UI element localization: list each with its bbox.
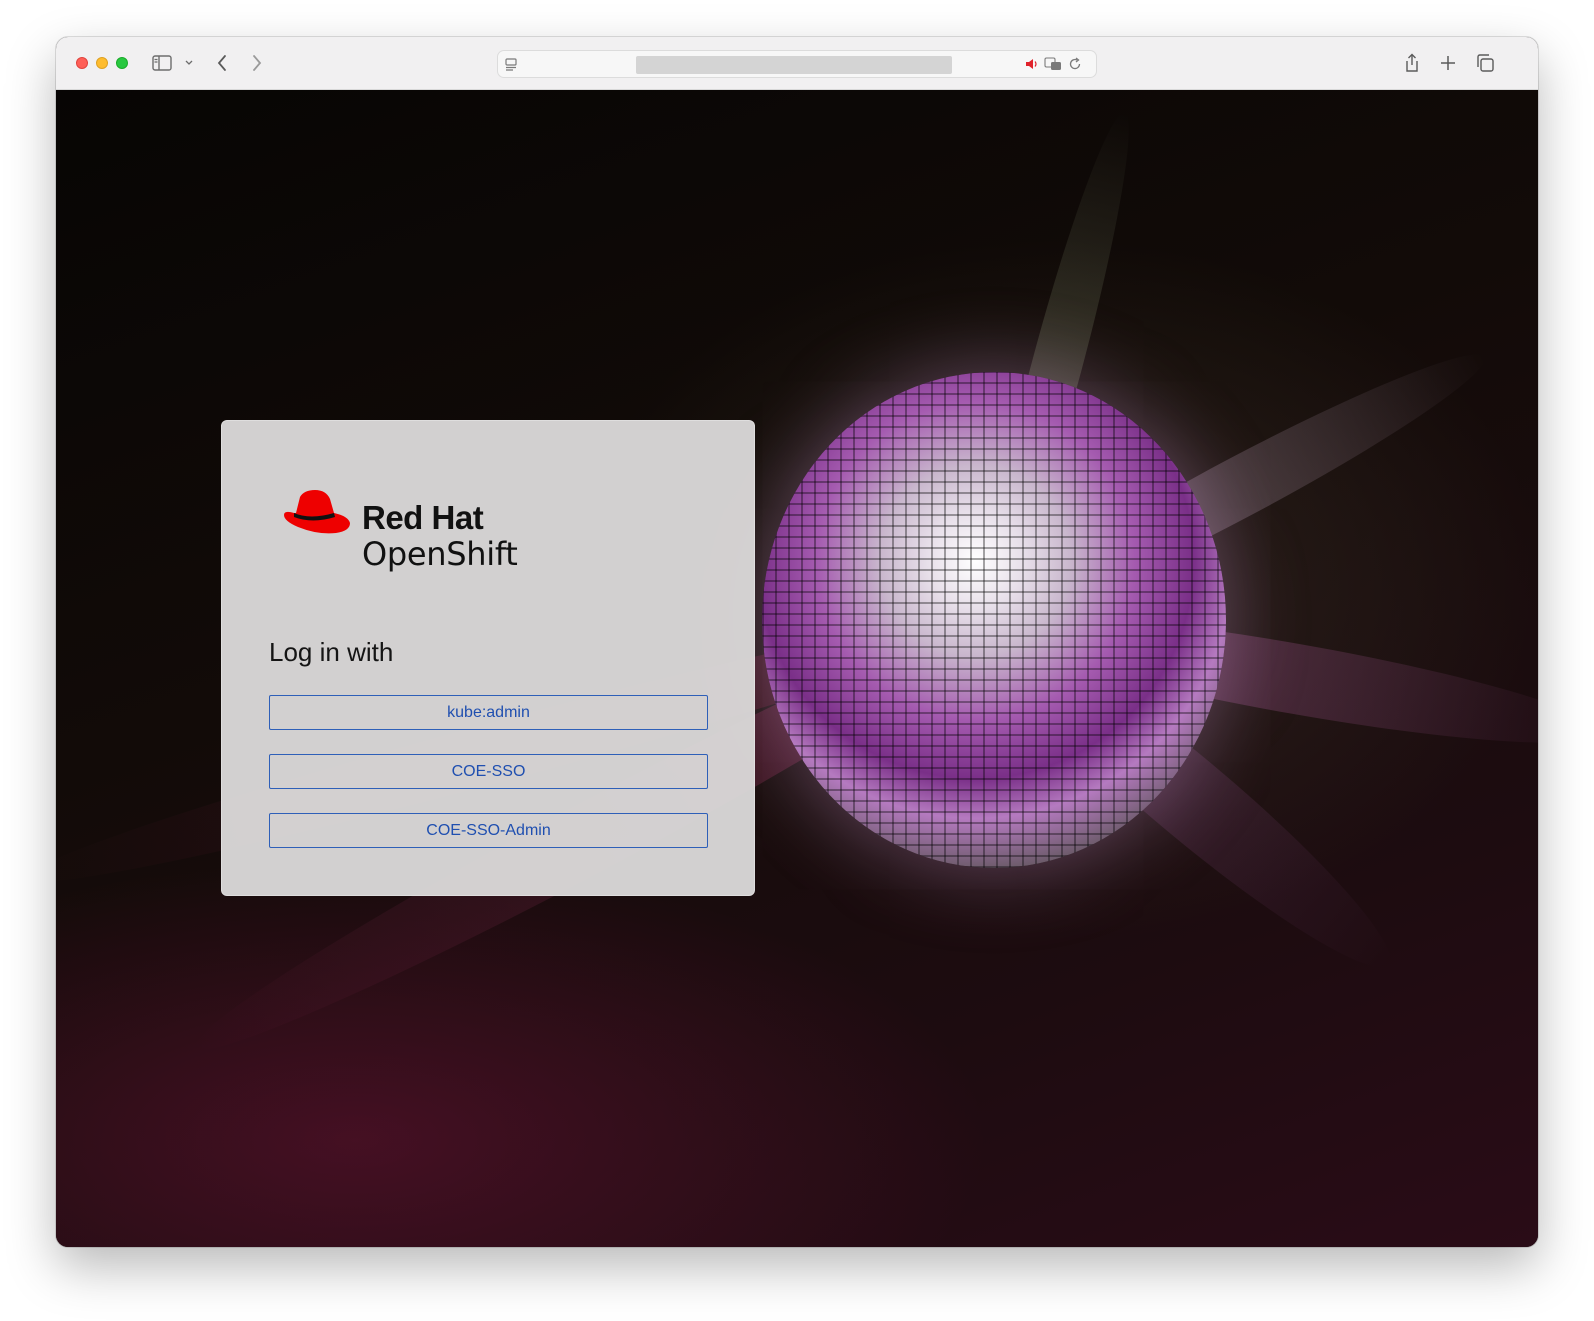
page-menu-icon[interactable] bbox=[504, 57, 518, 76]
login-heading: Log in with bbox=[269, 637, 394, 667]
reload-icon[interactable] bbox=[1068, 57, 1082, 76]
translate-icon[interactable] bbox=[1044, 57, 1062, 76]
share-icon[interactable] bbox=[1402, 51, 1422, 75]
browser-toolbar bbox=[56, 37, 1538, 90]
sidebar-icon[interactable] bbox=[150, 51, 174, 75]
red-hat-openshift-logo: Red Hat OpenShift bbox=[282, 489, 552, 579]
login-provider-kube-admin[interactable]: kube:admin bbox=[269, 695, 708, 730]
minimize-window-button[interactable] bbox=[96, 57, 108, 69]
brand-name-line2: OpenShift bbox=[362, 535, 518, 573]
close-window-button[interactable] bbox=[76, 57, 88, 69]
login-page-background: Red Hat OpenShift Log in with kube:admin… bbox=[56, 90, 1538, 1247]
disco-ball-image bbox=[762, 372, 1226, 868]
address-bar[interactable] bbox=[497, 50, 1097, 78]
red-hat-icon bbox=[284, 490, 350, 534]
speaker-icon[interactable] bbox=[1024, 57, 1040, 76]
chevron-down-icon[interactable] bbox=[182, 51, 196, 75]
zoom-window-button[interactable] bbox=[116, 57, 128, 69]
login-provider-coe-sso-admin[interactable]: COE-SSO-Admin bbox=[269, 813, 708, 848]
login-card: Red Hat OpenShift Log in with kube:admin… bbox=[221, 420, 755, 896]
plus-icon[interactable] bbox=[1438, 51, 1458, 75]
tabs-icon[interactable] bbox=[1474, 51, 1496, 75]
url-text[interactable] bbox=[636, 56, 952, 74]
chevron-left-icon[interactable] bbox=[212, 51, 232, 75]
brand-name-line1: Red Hat bbox=[362, 499, 484, 536]
login-provider-coe-sso[interactable]: COE-SSO bbox=[269, 754, 708, 789]
browser-window: Red Hat OpenShift Log in with kube:admin… bbox=[56, 37, 1538, 1247]
chevron-right-icon[interactable] bbox=[247, 51, 267, 75]
